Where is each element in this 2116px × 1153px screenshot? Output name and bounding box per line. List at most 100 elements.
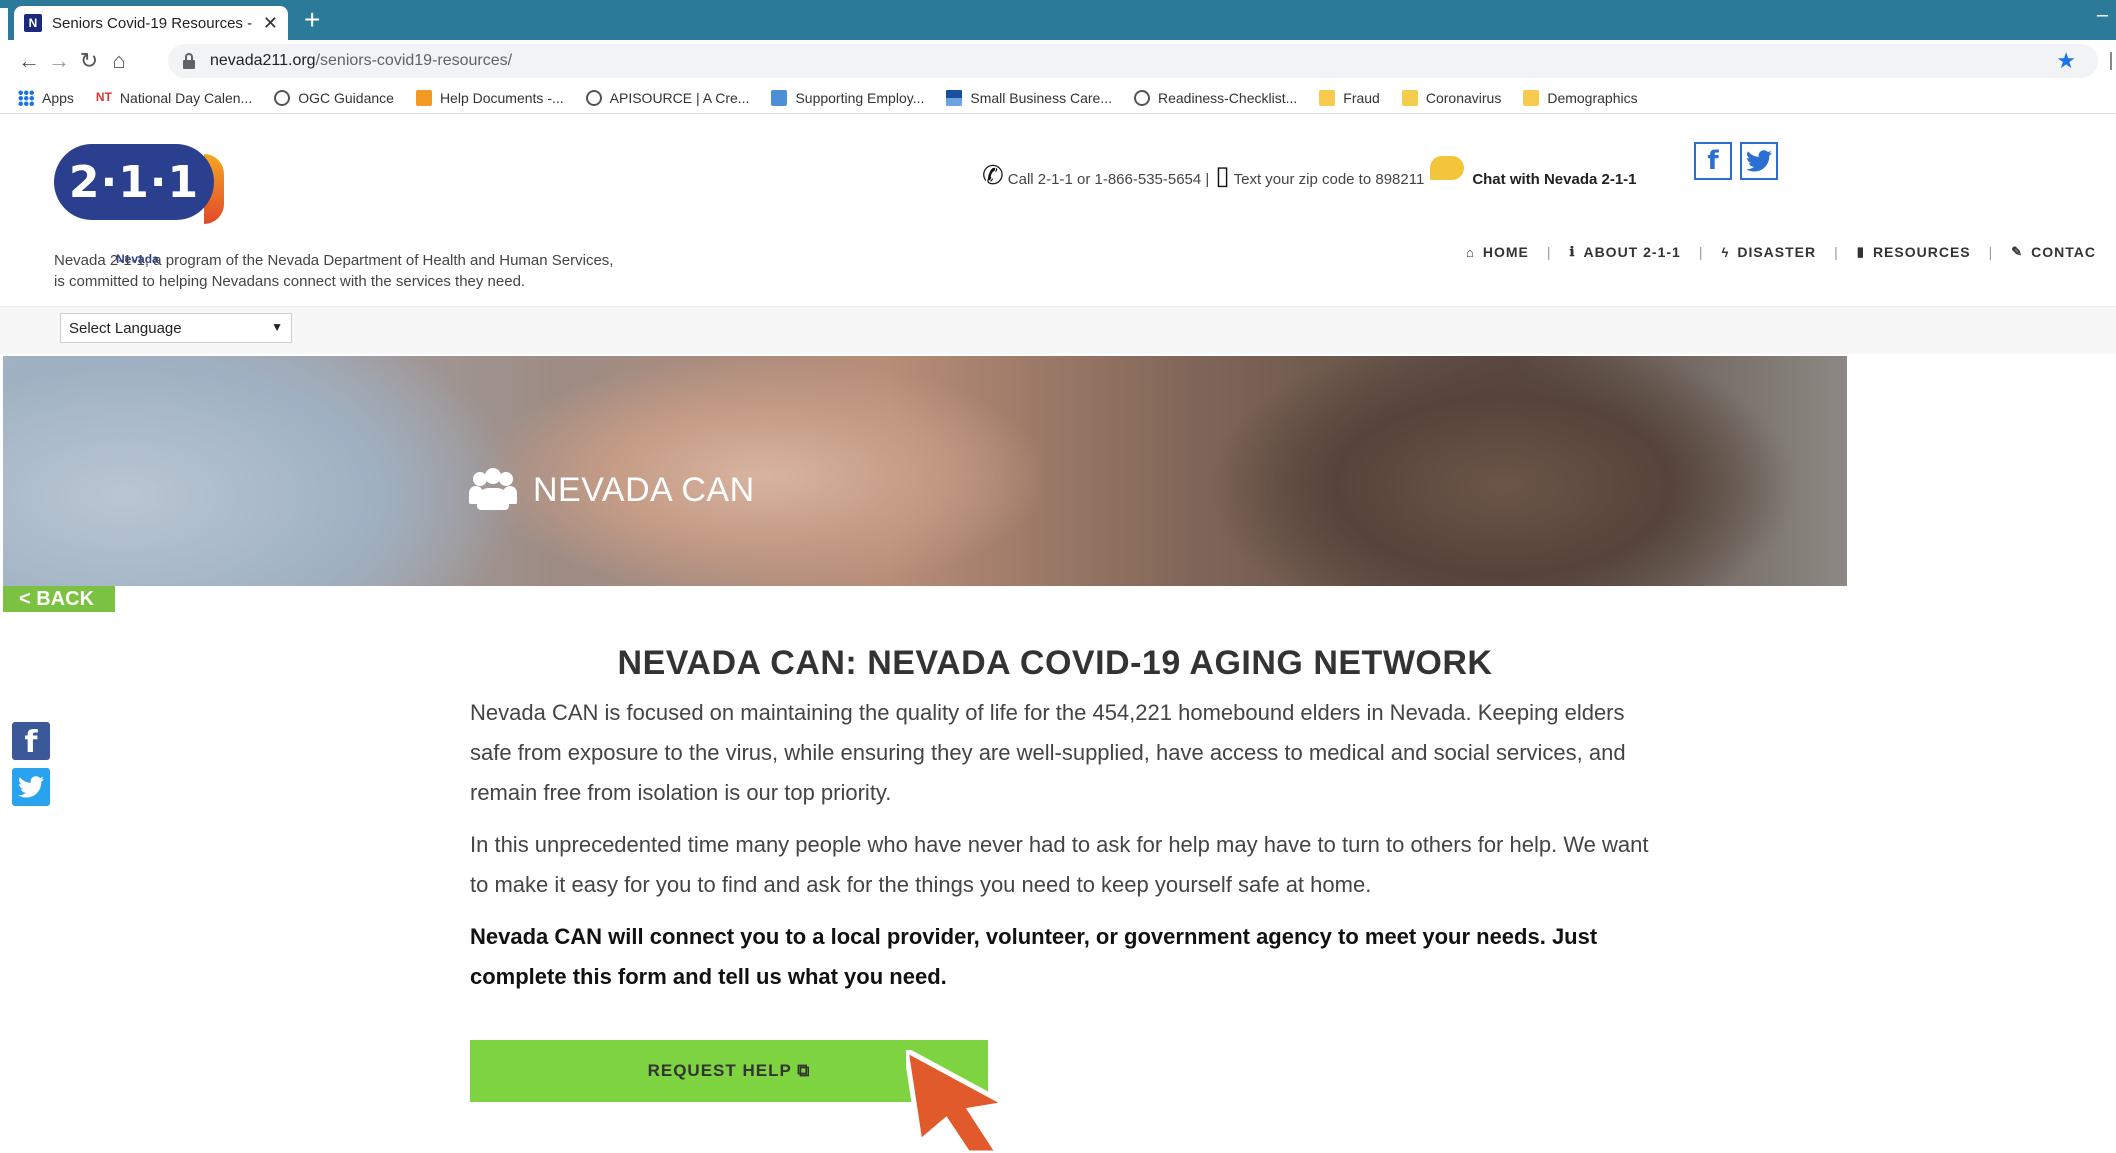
book-icon: ▮	[1856, 244, 1865, 259]
nav-label: ABOUT 2-1-1	[1583, 244, 1681, 260]
bookmark-apisource[interactable]: APISOURCE | A Cre...	[585, 89, 750, 106]
back-arrow-icon[interactable]: ←	[14, 46, 44, 76]
site-favicon-icon: N	[24, 14, 42, 32]
tab-title: Seniors Covid-19 Resources - Ne	[52, 14, 252, 32]
folder-icon	[1401, 89, 1418, 106]
bookmark-label: Coronavirus	[1425, 89, 1502, 106]
tagline-line-1: Nevada 2-1-1, a program of the Nevada De…	[54, 252, 614, 269]
nt-icon: NT	[95, 89, 112, 104]
chat-link[interactable]: Chat with Nevada 2-1-1	[1472, 171, 1636, 188]
back-button[interactable]: < BACK	[3, 586, 115, 612]
bar-icon	[946, 89, 963, 106]
nav-label: DISASTER	[1737, 244, 1817, 260]
bookmark-readiness[interactable]: Readiness-Checklist...	[1133, 89, 1298, 106]
bookmark-star-icon[interactable]: ★	[2056, 48, 2076, 74]
twitter-icon[interactable]	[1740, 142, 1778, 180]
nav-contact[interactable]: ✎ CONTAC	[2011, 244, 2096, 260]
bookmark-help-docs[interactable]: Help Documents -...	[415, 89, 564, 106]
bookmark-small-business[interactable]: Small Business Care...	[946, 89, 1112, 106]
url-path: /seniors-covid19-resources/	[315, 52, 513, 69]
folder-icon	[1523, 89, 1540, 106]
folder-icon	[1319, 89, 1336, 106]
people-group-icon	[469, 468, 517, 512]
reload-icon[interactable]: ↻	[74, 46, 104, 76]
bookmarks-bar: Apps NT National Day Calen... OGC Guidanc…	[0, 82, 2116, 114]
mobile-phone-icon: ▯	[1215, 160, 1230, 190]
bookmark-label: National Day Calen...	[119, 89, 253, 106]
logo-bubble: 2·1·1	[54, 144, 214, 220]
new-tab-icon[interactable]: +	[304, 4, 320, 36]
nav-label: CONTAC	[2031, 244, 2097, 260]
bookmark-demographics[interactable]: Demographics	[1523, 89, 1638, 106]
twitter-share-icon[interactable]	[12, 768, 50, 806]
facebook-icon[interactable]: f	[1694, 142, 1732, 180]
blue-doc-icon	[771, 89, 788, 106]
nav-separator: |	[1834, 244, 1839, 260]
apps-grid-icon	[18, 89, 34, 106]
globe-icon	[1133, 89, 1150, 106]
bookmark-fraud[interactable]: Fraud	[1319, 89, 1380, 106]
chat-bubble-icon	[1430, 156, 1465, 180]
nav-resources[interactable]: ▮ RESOURCES	[1857, 244, 1971, 260]
side-social-links: f	[12, 722, 50, 806]
intro-paragraph: Nevada CAN is focused on maintaining the…	[470, 700, 1626, 805]
nav-about[interactable]: ℹ ABOUT 2-1-1	[1570, 244, 1681, 260]
facebook-share-icon[interactable]: f	[12, 722, 50, 760]
main-content: NEVADA CAN: NEVADA COVID-19 AGING NETWOR…	[470, 644, 1650, 997]
nav-label: RESOURCES	[1872, 244, 1971, 260]
bookmark-label: Demographics	[1547, 89, 1638, 106]
language-select[interactable]: Select Language ▼	[60, 313, 292, 343]
bookmark-apps[interactable]: Apps	[18, 89, 74, 106]
home-icon: ⌂	[1466, 244, 1475, 260]
bookmark-ogc[interactable]: OGC Guidance	[274, 89, 394, 106]
language-bar: Select Language ▼	[0, 306, 2116, 354]
browser-tab[interactable]: N Seniors Covid-19 Resources - Ne ✕	[14, 6, 288, 40]
pointer-arrow-icon	[906, 1050, 1014, 1153]
bookmark-label: Readiness-Checklist...	[1157, 89, 1298, 106]
main-navigation: ⌂ HOME | ℹ ABOUT 2-1-1 | ϟ DISASTER | ▮ RESO…	[1466, 244, 2096, 260]
dropdown-arrow-icon: ▼	[271, 320, 283, 334]
pencil-icon: ✎	[2011, 244, 2024, 259]
hero-title: NEVADA CAN	[469, 468, 755, 512]
close-tab-icon[interactable]: ✕	[263, 13, 278, 34]
bookmark-national-day[interactable]: NT National Day Calen...	[96, 90, 252, 106]
bookmark-label: Supporting Employ...	[795, 89, 925, 106]
nav-disaster[interactable]: ϟ DISASTER	[1721, 244, 1816, 260]
address-bar[interactable]: nevada211.org/seniors-covid19-resources/…	[168, 44, 2098, 78]
bookmark-label: Help Documents -...	[439, 89, 564, 106]
nav-separator: |	[1546, 244, 1552, 260]
text-zip-text[interactable]: Text your zip code to 898211	[1234, 171, 1425, 188]
bookmark-label: Apps	[42, 89, 74, 106]
extension-edge	[2110, 52, 2116, 70]
globe-icon	[274, 89, 291, 106]
nav-separator: |	[1698, 244, 1704, 260]
phone-icon: ✆	[982, 160, 1004, 190]
forward-arrow-icon[interactable]: →	[44, 46, 74, 76]
connect-paragraph: Nevada CAN will connect you to a local p…	[470, 924, 1598, 989]
call-text[interactable]: Call 2-1-1 or 1-866-535-5654 |	[1008, 171, 1210, 188]
browser-tab-bar: N Seniors Covid-19 Resources - Ne ✕ + –	[0, 0, 2116, 40]
bolt-icon: ϟ	[1721, 244, 1730, 260]
url-text: nevada211.org/seniors-covid19-resources/	[210, 52, 512, 70]
minimize-window-icon[interactable]: –	[2097, 4, 2108, 27]
page-title: NEVADA CAN: NEVADA COVID-19 AGING NETWOR…	[617, 644, 1493, 682]
bookmark-coronavirus[interactable]: Coronavirus	[1401, 89, 1502, 106]
lock-icon	[183, 53, 195, 69]
nevada-211-logo[interactable]: 2·1·1 Nevada	[54, 144, 224, 266]
home-icon[interactable]: ⌂	[104, 46, 134, 76]
bookmark-label: Small Business Care...	[970, 89, 1112, 106]
globe-icon	[585, 89, 602, 106]
language-select-value: Select Language	[69, 319, 182, 337]
nav-separator: |	[1988, 244, 1994, 260]
url-domain: nevada211.org	[210, 52, 316, 69]
tagline-line-2: is committed to helping Nevadans connect…	[54, 273, 526, 290]
bookmark-label: APISOURCE | A Cre...	[609, 89, 750, 106]
nav-label: HOME	[1482, 244, 1529, 260]
bookmark-supporting[interactable]: Supporting Employ...	[771, 89, 925, 106]
hero-title-text: NEVADA CAN	[533, 470, 755, 509]
tab-strip-edge	[0, 8, 8, 40]
site-tagline: Nevada 2-1-1, a program of the Nevada De…	[54, 250, 704, 292]
header-social-links: f	[1694, 142, 1786, 180]
nav-home[interactable]: ⌂ HOME	[1466, 244, 1529, 260]
help-paragraph: In this unprecedented time many people w…	[470, 832, 1649, 897]
